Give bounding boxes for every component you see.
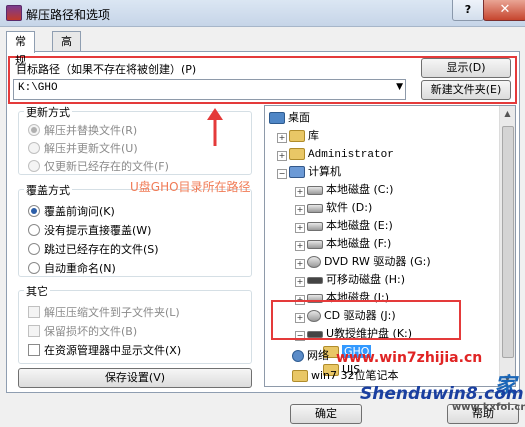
tree-item-drive-d[interactable]: 软件 (D:)	[307, 200, 372, 216]
scroll-thumb[interactable]	[502, 126, 514, 358]
misc-title: 其它	[24, 283, 50, 299]
expand-toggle-icon[interactable]: +	[295, 187, 305, 197]
radio-auto-rename[interactable]	[28, 262, 40, 274]
checkbox-show-in-explorer[interactable]	[28, 344, 40, 356]
expand-toggle-icon[interactable]: +	[277, 133, 287, 143]
annotation-arrow-icon	[207, 108, 223, 146]
drive-icon	[307, 239, 323, 249]
radio-extract-replace-label: 解压并替换文件(R)	[44, 124, 138, 137]
tree-item-drive-h[interactable]: 可移动磁盘 (H:)	[307, 272, 405, 288]
tab-general[interactable]: 常规	[6, 31, 35, 67]
title-bar: 解压路径和选项 ? ✕	[0, 0, 525, 27]
tree-item-libraries[interactable]: 库	[289, 128, 319, 144]
radio-ask-before-overwrite-label: 覆盖前询问(K)	[44, 205, 115, 218]
annotation-text: U盘GHO目录所在路径	[130, 180, 251, 194]
winrar-icon	[6, 5, 22, 21]
radio-ask-before-overwrite[interactable]	[28, 205, 40, 217]
user-folder-icon	[289, 148, 305, 160]
tree-scrollbar[interactable]: ▲ ▼	[499, 106, 515, 386]
expand-toggle-icon[interactable]: +	[277, 151, 287, 161]
checkbox-extract-to-subfolder-label: 解压压缩文件到子文件夹(L)	[44, 306, 180, 319]
radio-auto-rename-label: 自动重命名(N)	[44, 262, 116, 275]
watermark-kxfoi: www.kxfoi.cn	[452, 402, 525, 413]
expand-toggle-icon[interactable]: +	[295, 223, 305, 233]
dvd-icon	[307, 256, 321, 268]
expand-toggle-icon[interactable]: +	[295, 205, 305, 215]
update-mode-title: 更新方式	[24, 104, 72, 120]
network-icon	[292, 350, 304, 362]
radio-overwrite-silently-label: 没有提示直接覆盖(W)	[44, 224, 152, 237]
drive-icon	[307, 203, 323, 213]
watermark-shenduwin8: Shenduwin8.com	[360, 384, 524, 404]
radio-extract-replace[interactable]	[28, 124, 40, 136]
tree-item-network[interactable]: 网络	[292, 348, 329, 364]
usb-drive-icon	[307, 276, 323, 284]
extract-dialog: 解压路径和选项 ? ✕ 常规 高级 目标路径（如果不存在将被创建）(P) K:\…	[0, 0, 525, 427]
help-title-button[interactable]: ?	[452, 0, 484, 21]
radio-extract-update[interactable]	[28, 142, 40, 154]
scroll-up-icon[interactable]: ▲	[500, 106, 515, 121]
tree-item-drive-g[interactable]: DVD RW 驱动器 (G:)	[307, 254, 431, 270]
checkbox-keep-broken-label: 保留损坏的文件(B)	[44, 325, 138, 338]
drive-icon	[307, 221, 323, 231]
folder-icon	[289, 130, 305, 142]
tree-item-win7-notebook[interactable]: win7 32位笔记本	[292, 368, 399, 384]
gho-folder-highlight-box	[271, 300, 461, 340]
ok-button[interactable]: 确定	[290, 404, 362, 424]
checkbox-show-in-explorer-label: 在资源管理器中显示文件(X)	[44, 344, 182, 357]
window-title: 解压路径和选项	[26, 8, 111, 22]
tree-item-administrator[interactable]: Administrator	[289, 146, 394, 162]
expand-toggle-icon[interactable]: +	[295, 241, 305, 251]
radio-skip-existing[interactable]	[28, 243, 40, 255]
folder-icon	[292, 370, 308, 382]
save-settings-button[interactable]: 保存设置(V)	[18, 368, 252, 388]
close-button[interactable]: ✕	[483, 0, 525, 21]
radio-update-existing-label: 仅更新已经存在的文件(F)	[44, 160, 169, 173]
tree-item-drive-f[interactable]: 本地磁盘 (F:)	[307, 236, 391, 252]
folder-tree[interactable]: 桌面 + 库 + Administrator − 计算机 + 本地磁盘 (C:)…	[264, 105, 516, 387]
tree-item-drive-c[interactable]: 本地磁盘 (C:)	[307, 182, 393, 198]
radio-skip-existing-label: 跳过已经存在的文件(S)	[44, 243, 159, 256]
radio-update-existing[interactable]	[28, 160, 40, 172]
tab-advanced[interactable]: 高级	[52, 31, 81, 67]
expand-toggle-icon[interactable]: +	[295, 277, 305, 287]
watermark-win7zhijia: www.win7zhijia.cn	[336, 350, 483, 366]
tree-item-desktop[interactable]: 桌面	[269, 110, 310, 126]
tree-item-drive-e[interactable]: 本地磁盘 (E:)	[307, 218, 393, 234]
desktop-icon	[269, 112, 285, 124]
computer-icon	[289, 166, 305, 178]
radio-overwrite-silently[interactable]	[28, 224, 40, 236]
tree-item-computer[interactable]: 计算机	[289, 164, 341, 180]
checkbox-extract-to-subfolder[interactable]	[28, 306, 40, 318]
checkbox-keep-broken[interactable]	[28, 325, 40, 337]
radio-extract-update-label: 解压并更新文件(U)	[44, 142, 138, 155]
drive-icon	[307, 185, 323, 195]
expand-toggle-icon[interactable]: +	[295, 259, 305, 269]
collapse-toggle-icon[interactable]: −	[277, 169, 287, 179]
overwrite-mode-title: 覆盖方式	[24, 182, 72, 198]
target-path-highlight-box	[8, 56, 517, 104]
